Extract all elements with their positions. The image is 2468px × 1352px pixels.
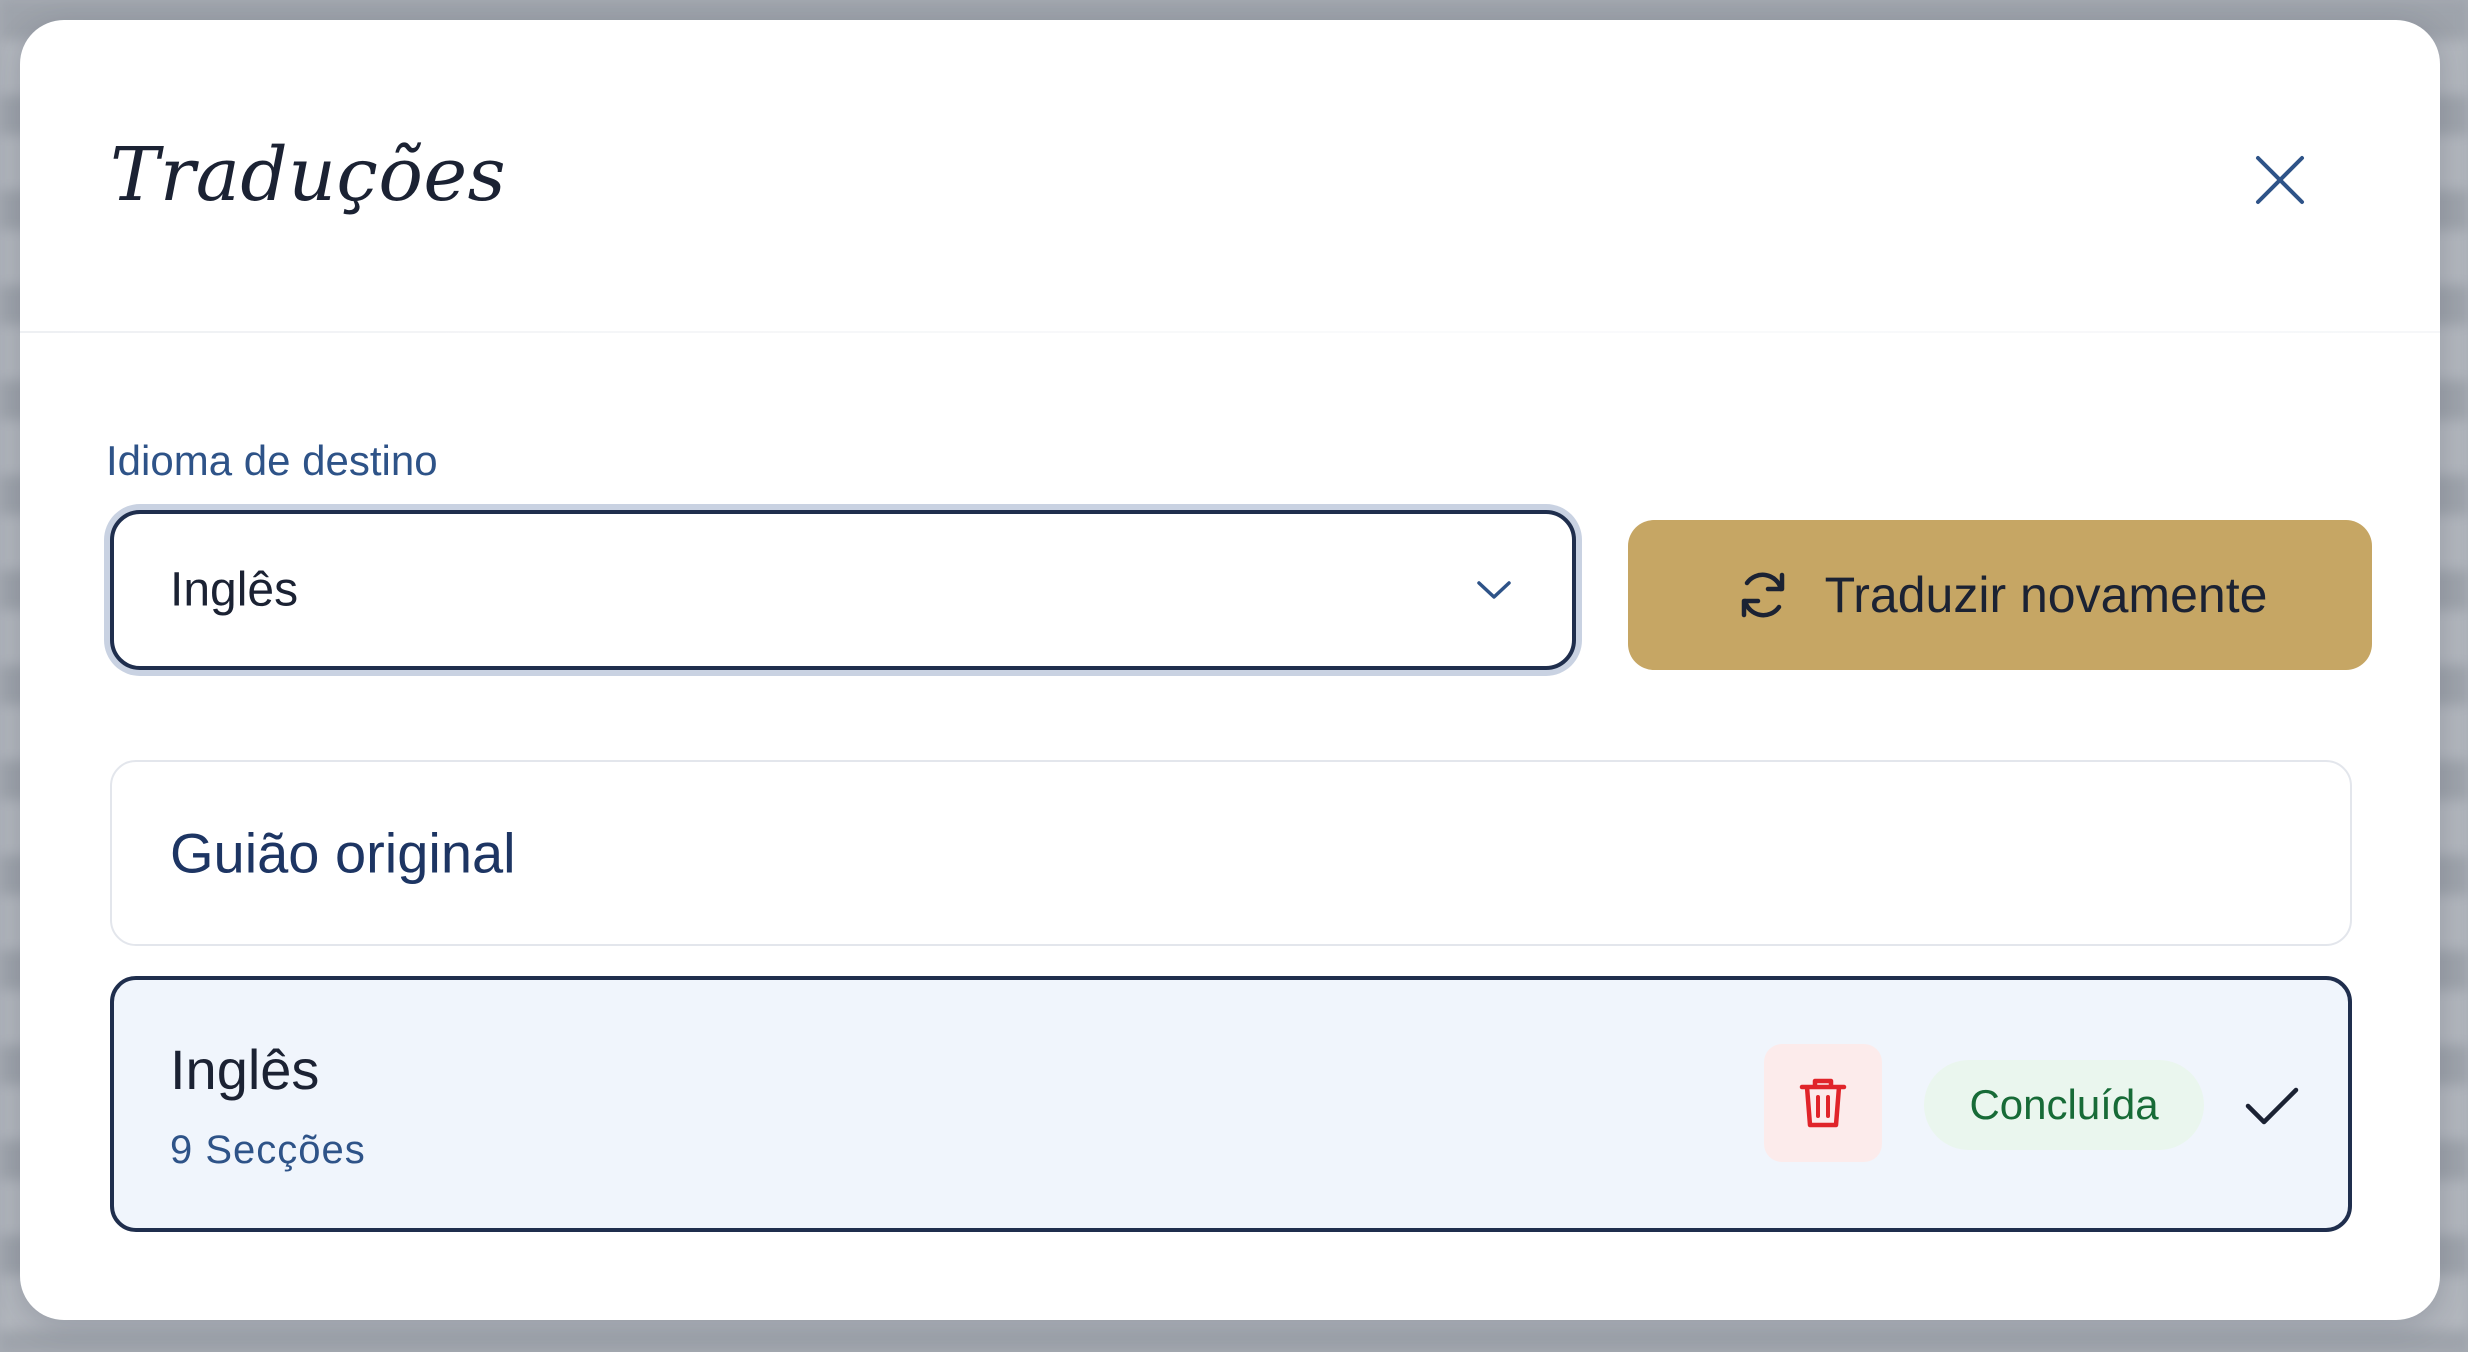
refresh-icon [1741,572,1784,618]
translation-item-sections: 9 Secções [170,1128,366,1172]
chevron-down-icon [1474,570,1514,610]
check-icon [2244,1078,2300,1134]
retranslate-label: Traduzir novamente [1824,567,2268,623]
close-icon [2256,156,2304,204]
translation-item-original[interactable]: Guião original [110,760,2352,946]
trash-icon [1799,1078,1847,1128]
close-button[interactable] [2238,138,2322,222]
translation-item-title: Guião original [170,821,516,885]
status-badge: Concluída [1924,1060,2204,1150]
dialog-title: Traduções [110,132,507,218]
translations-dialog: Traduções Idioma de destino Inglês Tradu… [20,20,2440,1320]
delete-translation-button[interactable] [1764,1044,1882,1162]
target-language-select[interactable]: Inglês [110,510,1576,670]
translation-item-english[interactable]: Inglês 9 Secções Concluída [110,976,2352,1232]
target-language-value: Inglês [170,563,299,617]
header-divider [20,331,2440,333]
target-language-label: Idioma de destino [106,437,438,484]
translation-item-title: Inglês [170,1038,320,1101]
retranslate-button[interactable]: Traduzir novamente [1628,520,2372,670]
